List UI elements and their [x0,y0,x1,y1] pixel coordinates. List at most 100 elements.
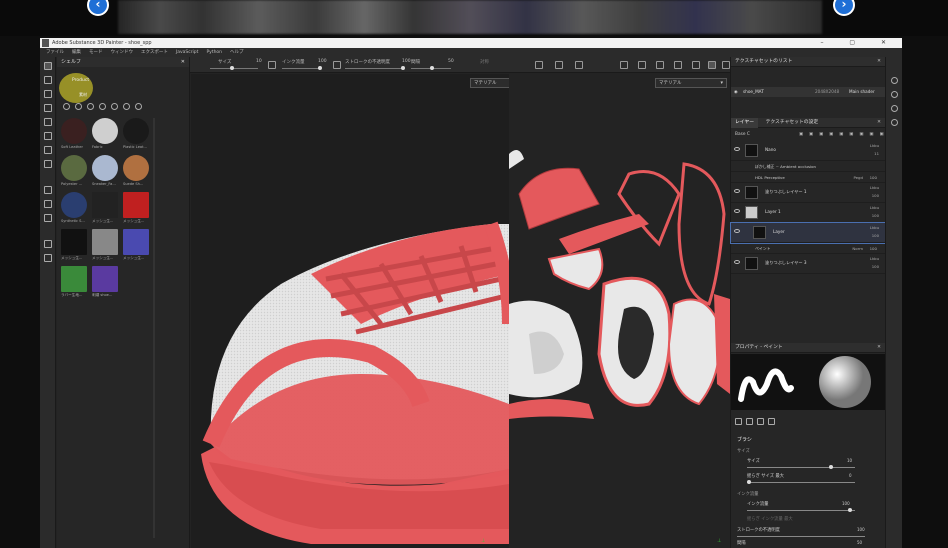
close-icon[interactable]: ✕ [877,118,881,128]
pressure-size-icon[interactable] [268,61,276,69]
shelf-asset[interactable]: Polyester ... [61,155,89,189]
eye-icon[interactable] [734,147,740,151]
size-knob[interactable] [829,465,834,469]
close-icon[interactable]: ✕ [877,343,881,353]
viewport-2d[interactable]: マテリアル ⊥ [509,74,730,548]
layer-blend-mode[interactable]: Lkbu [870,143,879,148]
view-mode-icon[interactable] [535,61,543,69]
shelf-asset[interactable]: 刺繍 shoe... [92,266,120,300]
paint-icon[interactable] [708,61,716,69]
play-icon[interactable] [620,61,628,69]
shelf-breadcrumb[interactable]: Product [72,78,89,83]
layer-blend-mode[interactable]: Lkbu [870,205,879,210]
flow-value[interactable]: 100 [842,501,850,506]
layer-blend-mode[interactable]: Norm [852,243,863,254]
toolbar-size-knob[interactable] [230,66,234,70]
menu-window[interactable]: ウィンドウ [111,48,134,57]
menu-mode[interactable]: モード [89,48,103,57]
toolbar-spacing-value[interactable]: 50 [448,59,454,64]
viewport-2d-mode-select[interactable]: マテリアル [655,78,727,88]
eye-icon[interactable] [734,209,740,213]
brush-tab-icon[interactable] [735,418,742,425]
flow-slider[interactable] [747,510,855,511]
tab-layers[interactable]: レイヤー [731,118,759,128]
toolbar-stroke-value[interactable]: 100 [402,59,411,64]
filter-alpha-icon[interactable] [123,103,130,110]
gear-icon[interactable] [692,61,700,69]
layer-row[interactable]: Layer 1 Lkbu 100 [731,203,885,223]
shelf-asset[interactable]: Synthetic S... [61,192,89,226]
spacing-value[interactable]: 50 [857,540,862,545]
layer-blend-mode[interactable]: Lkbu [870,185,879,190]
shelf-scrollbar[interactable] [153,118,155,538]
layer-effect-row[interactable]: ペイント Norm 100 [731,243,885,254]
toolbar-spacing-knob[interactable] [430,66,434,70]
paint-brush-icon[interactable] [44,62,52,70]
texture-set-shader[interactable]: Main shader [849,87,875,97]
filter-smart-material-icon[interactable] [75,103,82,110]
toolbar-flow-value[interactable]: 100 [318,59,327,64]
shelf-asset[interactable]: Soft Leather [61,118,89,152]
shelf-asset[interactable]: ラバー生地... [61,266,89,300]
close-icon[interactable]: ✕ [181,57,185,67]
menu-help[interactable]: ヘルプ [230,48,244,57]
filter-brush-icon[interactable] [111,103,118,110]
layer-row[interactable]: 塗りつぶしレイヤー 1 Lkbu 100 [731,183,885,203]
filter-procedural-icon[interactable] [99,103,106,110]
stack-icon[interactable] [44,200,52,208]
clone-icon[interactable] [44,146,52,154]
layer-opacity[interactable]: 100 [872,213,879,218]
geometry-mask-icon[interactable] [44,104,52,112]
menu-python[interactable]: Python [206,48,222,57]
size-slider[interactable] [747,467,855,468]
close-window-button[interactable]: ✕ [881,39,898,46]
close-icon[interactable]: ✕ [877,57,881,67]
layer-blend-mode[interactable]: Pegd [853,172,863,183]
light-icon[interactable] [575,61,583,69]
layer-opacity[interactable]: 100 [870,243,877,254]
texture-set-row[interactable]: ◉ shoe_MAT 2048X2048 Main shader [731,87,885,97]
shelf-asset[interactable]: メッシュ生... [92,229,120,263]
eye-icon[interactable]: ◉ [734,87,738,97]
layer-effect-row[interactable]: ぼかし補正 ~ Ambient occlusion [731,161,885,172]
cube-icon[interactable] [44,254,52,262]
layer-opacity[interactable]: 100 [872,193,879,198]
document-icon[interactable] [44,240,52,248]
size-jitter-slider[interactable] [747,482,855,483]
filter-texture-icon[interactable] [87,103,94,110]
pressure-flow-icon[interactable] [333,61,341,69]
shelf-asset[interactable]: Suede Sh... [123,155,151,189]
shelf-sub-crumb[interactable]: 素材 [79,92,87,98]
projection-icon[interactable] [44,90,52,98]
toolbar-size-value[interactable]: 10 [256,59,262,64]
shelf-asset[interactable]: メッシュ生... [123,229,151,263]
stroke-opacity-slider[interactable] [737,536,865,537]
size-jitter-knob[interactable] [747,480,751,484]
stroke-opacity-value[interactable]: 100 [857,527,865,532]
carousel-thumbnails[interactable] [118,0,822,34]
camera-mode-icon[interactable] [722,61,730,69]
layer-opacity[interactable]: 100 [870,172,877,183]
viewport-3d-mode-select[interactable]: マテリアル [470,78,509,88]
camera-icon[interactable] [555,61,563,69]
toolbar-flow-slider[interactable] [282,68,320,69]
eye-icon[interactable] [734,189,740,193]
color-picker-icon[interactable] [44,160,52,168]
maximize-button[interactable]: ▢ [849,39,867,46]
stencil-tab-icon[interactable] [757,418,764,425]
layer-effect-row[interactable]: HDL Perceptive Pegd 100 [731,172,885,183]
layers-icon[interactable] [891,77,898,84]
eraser-icon[interactable] [44,76,52,84]
log-icon[interactable] [891,119,898,126]
toolbar-size-slider[interactable] [210,68,258,69]
toolbar-stroke-slider[interactable] [345,68,403,69]
smudge-icon[interactable] [44,132,52,140]
shelf-asset[interactable]: メッシュ生... [61,229,89,263]
menu-javascript[interactable]: JavaScript [176,48,199,57]
shelf-asset[interactable]: Fabric [92,118,120,152]
layer-row[interactable]: Nano Lkbu 11 [731,141,885,161]
toolbar-flow-knob[interactable] [318,66,322,70]
shader-settings-icon[interactable] [674,61,682,69]
shelf-asset[interactable]: メッシュ生... [92,192,120,226]
size-value[interactable]: 10 [847,458,852,463]
